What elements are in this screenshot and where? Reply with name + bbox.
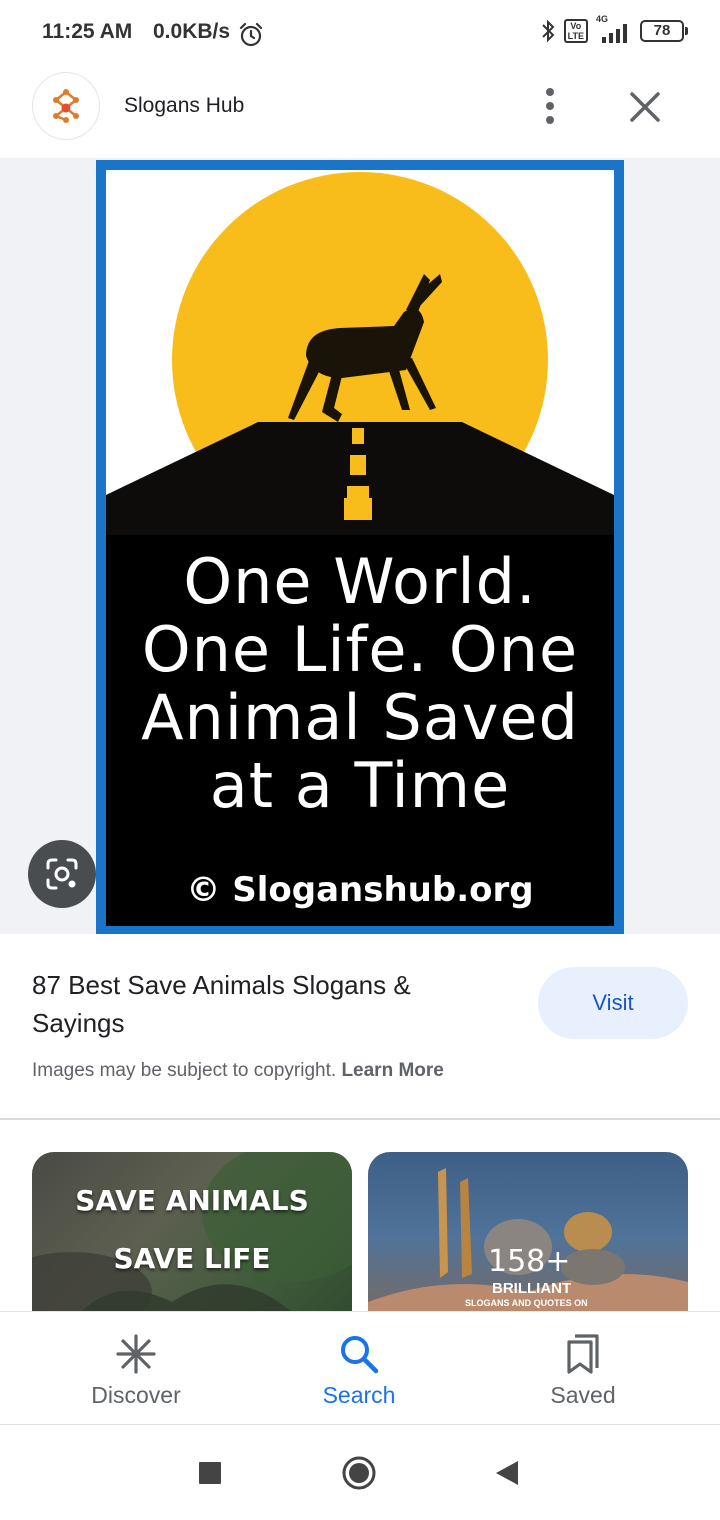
system-navigation-bar bbox=[0, 1425, 720, 1520]
volte-icon: Vo LTE bbox=[563, 19, 588, 43]
signal-icon: 4G bbox=[596, 14, 632, 44]
poster-image[interactable]: One World. One Life. One Animal Saved at… bbox=[96, 160, 624, 934]
result-title[interactable]: 87 Best Save Animals Slogans & Sayings bbox=[32, 966, 502, 1042]
nav-saved[interactable]: Saved bbox=[483, 1312, 683, 1424]
lens-search-button[interactable] bbox=[28, 840, 96, 908]
bluetooth-icon bbox=[541, 19, 555, 43]
poster-watermark: © Sloganshub.org bbox=[186, 870, 534, 910]
status-bar: 11:25 AM 0.0KB/s Vo LTE 4G 78 bbox=[0, 0, 720, 70]
card-text-line1: SAVE ANIMALS bbox=[75, 1184, 309, 1217]
nav-label: Search bbox=[322, 1382, 396, 1408]
lens-icon bbox=[46, 858, 78, 890]
learn-more-link[interactable]: Learn More bbox=[341, 1060, 443, 1081]
site-name[interactable]: Slogans Hub bbox=[124, 94, 244, 118]
nav-search[interactable]: Search bbox=[259, 1312, 459, 1424]
copyright-notice: Images may be subject to copyright. Lear… bbox=[32, 1060, 444, 1082]
alarm-icon bbox=[239, 22, 263, 47]
search-icon bbox=[341, 1336, 379, 1374]
card-text-line2: SAVE LIFE bbox=[113, 1242, 271, 1275]
card-text-line1: BRILLIANT bbox=[492, 1280, 572, 1297]
card-number: 158+ bbox=[488, 1244, 571, 1279]
related-image-card[interactable]: 158+ BRILLIANT SLOGANS AND QUOTES ON bbox=[368, 1152, 688, 1322]
nav-label: Saved bbox=[550, 1382, 616, 1408]
section-divider bbox=[0, 1118, 720, 1120]
nav-discover[interactable]: Discover bbox=[36, 1312, 236, 1424]
card-text-line2: SLOGANS AND QUOTES ON bbox=[465, 1298, 588, 1308]
discover-icon bbox=[116, 1334, 156, 1374]
visit-button[interactable]: Visit bbox=[538, 967, 688, 1039]
site-header: Slogans Hub bbox=[0, 70, 720, 158]
status-time: 11:25 AM bbox=[42, 20, 133, 43]
recents-icon[interactable] bbox=[198, 1461, 222, 1485]
site-logo-icon[interactable] bbox=[33, 73, 99, 139]
network-speed: 0.0KB/s bbox=[153, 20, 231, 43]
poster-slogan: One World. One Life. One Animal Saved at… bbox=[141, 545, 579, 822]
status-icons: Vo LTE 4G 78 bbox=[540, 14, 688, 44]
image-preview[interactable]: One World. One Life. One Animal Saved at… bbox=[0, 158, 720, 934]
bottom-navigation: Discover Search Saved bbox=[0, 1312, 720, 1424]
battery-icon: 78 bbox=[640, 20, 688, 42]
home-icon[interactable] bbox=[341, 1455, 377, 1491]
close-icon[interactable] bbox=[622, 84, 668, 130]
related-image-card[interactable]: SAVE ANIMALS SAVE LIFE bbox=[32, 1152, 352, 1322]
nav-label: Discover bbox=[91, 1382, 181, 1408]
more-vert-icon[interactable] bbox=[530, 84, 570, 128]
copyright-text: Images may be subject to copyright. bbox=[32, 1060, 337, 1081]
saved-icon bbox=[567, 1334, 599, 1374]
back-icon[interactable] bbox=[494, 1459, 520, 1487]
poster-content: One World. One Life. One Animal Saved at… bbox=[106, 170, 614, 926]
